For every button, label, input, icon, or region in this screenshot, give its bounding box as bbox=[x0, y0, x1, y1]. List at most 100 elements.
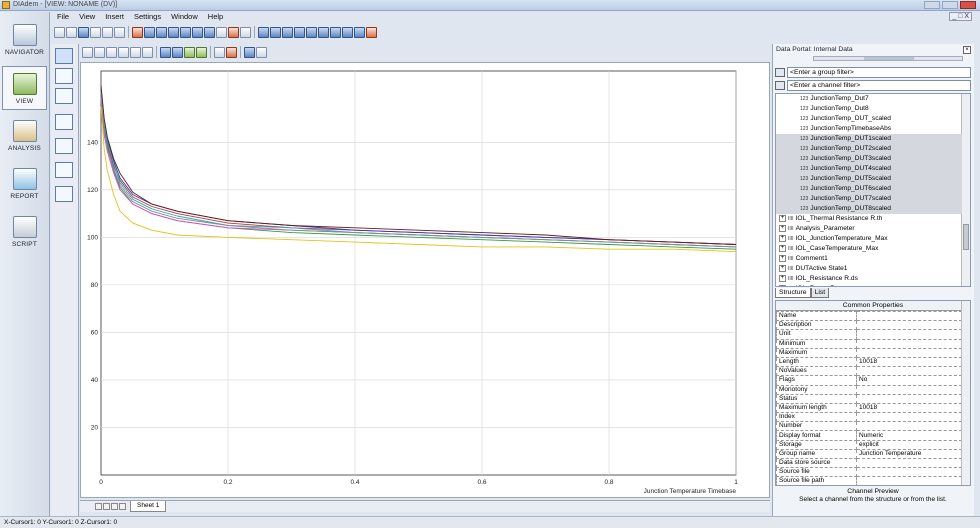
group-tree-item[interactable]: + IIII IOL_CaseTemperature_Max bbox=[776, 244, 962, 254]
channel-tree-item[interactable]: 123 JunctionTemp_DUT4scaled bbox=[776, 164, 962, 174]
property-value[interactable] bbox=[856, 384, 962, 395]
first-icon[interactable] bbox=[258, 26, 269, 38]
last-sheet-button[interactable] bbox=[119, 503, 126, 510]
nav-script-button[interactable]: SCRIPT bbox=[2, 210, 47, 254]
close-button[interactable] bbox=[960, 1, 976, 9]
scroll-thumb[interactable] bbox=[963, 224, 969, 250]
layout-split-icon[interactable] bbox=[55, 114, 73, 130]
axis-icon[interactable] bbox=[156, 26, 167, 38]
channel-tree-item[interactable]: 123 JunctionTemp_DUT3scaled bbox=[776, 154, 962, 164]
property-value[interactable] bbox=[856, 329, 962, 340]
open-file-icon[interactable] bbox=[66, 26, 77, 38]
property-value[interactable] bbox=[856, 412, 962, 423]
property-value[interactable] bbox=[856, 393, 962, 404]
channel-tree-item[interactable]: 123 JunctionTemp_DUT1scaled bbox=[776, 134, 962, 144]
group-filter-input[interactable] bbox=[787, 66, 971, 78]
property-row[interactable]: Minimum bbox=[776, 338, 962, 349]
copy-icon[interactable] bbox=[114, 26, 125, 38]
play-icon[interactable] bbox=[294, 26, 305, 38]
record-icon[interactable] bbox=[306, 26, 317, 38]
property-value[interactable] bbox=[856, 310, 962, 322]
measure-icon[interactable] bbox=[160, 46, 171, 58]
pan-icon[interactable] bbox=[118, 46, 129, 58]
zoom-out-icon[interactable] bbox=[130, 46, 141, 58]
settings-icon[interactable] bbox=[256, 46, 267, 58]
property-row[interactable]: Flags No bbox=[776, 375, 962, 386]
delete-flags-icon[interactable] bbox=[228, 26, 239, 38]
tab-structure[interactable]: Structure bbox=[775, 288, 811, 298]
property-row[interactable]: Maximum length 10018 bbox=[776, 402, 962, 414]
property-row[interactable]: Length 10018 bbox=[776, 356, 962, 368]
property-row[interactable]: NoValues bbox=[776, 366, 962, 377]
mdi-window-controls[interactable]: _ □ X bbox=[949, 12, 972, 21]
group-tree-item[interactable]: + IIII IOL_Thermal Resistance R.th bbox=[776, 214, 962, 224]
channel-filter-input[interactable] bbox=[787, 79, 971, 91]
channel-tree-item[interactable]: 123 JunctionTemp_Dut8 bbox=[776, 104, 962, 114]
property-value[interactable] bbox=[856, 366, 962, 377]
axis-scale-icon[interactable] bbox=[172, 46, 183, 58]
property-row[interactable]: Display format Numeric bbox=[776, 430, 962, 441]
layout-single-icon[interactable] bbox=[55, 48, 73, 64]
next-sheet-button[interactable] bbox=[111, 503, 118, 510]
stop-icon[interactable] bbox=[132, 26, 143, 38]
curve-up-icon[interactable] bbox=[184, 46, 195, 58]
minimize-button[interactable] bbox=[924, 1, 940, 9]
expand-icon[interactable]: + bbox=[779, 274, 786, 282]
cursor-tool-icon[interactable] bbox=[244, 46, 255, 58]
expand-icon[interactable]: + bbox=[779, 234, 786, 242]
first-sheet-button[interactable] bbox=[95, 503, 102, 510]
tab-list[interactable]: List bbox=[810, 288, 830, 298]
fast-forward-icon[interactable] bbox=[342, 26, 353, 38]
expand-icon[interactable]: + bbox=[779, 224, 786, 232]
expand-icon[interactable]: + bbox=[779, 284, 786, 286]
channel-tree-item[interactable]: 123 JunctionTemp_DUT2scaled bbox=[776, 144, 962, 154]
table-icon[interactable] bbox=[216, 26, 227, 38]
channel-tree-item[interactable]: 123 JunctionTemp_DUT8scaled bbox=[776, 204, 962, 214]
layout-rows-icon[interactable] bbox=[55, 162, 73, 178]
property-value[interactable] bbox=[856, 347, 962, 358]
curve-down-icon[interactable] bbox=[196, 46, 207, 58]
menu-window[interactable]: Window bbox=[166, 11, 203, 23]
channel-tree-item[interactable]: 123 JunctionTemp_DUT6scaled bbox=[776, 184, 962, 194]
tree-scrollbar[interactable] bbox=[961, 94, 970, 286]
last-icon[interactable] bbox=[354, 26, 365, 38]
nav-report-button[interactable]: REPORT bbox=[2, 162, 47, 206]
property-row[interactable]: Storage explicit bbox=[776, 439, 962, 450]
layout-columns-icon[interactable] bbox=[55, 138, 73, 154]
property-value[interactable]: Junction Temperature bbox=[856, 448, 962, 460]
property-row[interactable]: Name bbox=[776, 310, 962, 322]
property-value[interactable]: No bbox=[856, 375, 962, 386]
undo-zoom-icon[interactable] bbox=[214, 46, 225, 58]
portal-close-button[interactable]: × bbox=[963, 46, 971, 54]
structure-tree[interactable]: 123 JunctionTemp_Dut7 123 JunctionTemp_Dut8… bbox=[775, 93, 971, 287]
channel-tree-item[interactable]: 123 JunctionTempTimebaseAbs bbox=[776, 124, 962, 134]
portal-splitter[interactable] bbox=[813, 56, 963, 61]
property-row[interactable]: Maximum bbox=[776, 347, 962, 358]
page-setup-icon[interactable] bbox=[90, 26, 101, 38]
group-tree-item[interactable]: + IIII Analysis_Parameter bbox=[776, 224, 962, 234]
nav-analysis-button[interactable]: ANALYSIS bbox=[2, 114, 47, 158]
save-icon[interactable] bbox=[78, 26, 89, 38]
group-tree-item[interactable]: + IIII IOL_Resistance R.ds bbox=[776, 274, 962, 284]
expand-icon[interactable]: + bbox=[779, 264, 786, 272]
props-scrollbar[interactable] bbox=[961, 301, 970, 485]
property-value[interactable]: Numeric bbox=[856, 430, 962, 441]
channel-tree-item[interactable]: 123 JunctionTemp_DUT7scaled bbox=[776, 194, 962, 204]
new-file-icon[interactable] bbox=[54, 26, 65, 38]
layout-grid-icon[interactable] bbox=[55, 68, 73, 84]
property-row[interactable]: Unit bbox=[776, 329, 962, 340]
property-row[interactable]: Source file bbox=[776, 467, 962, 478]
property-row[interactable]: Description bbox=[776, 320, 962, 331]
expand-icon[interactable]: + bbox=[779, 214, 786, 222]
minus-icon[interactable] bbox=[106, 46, 117, 58]
print-icon[interactable] bbox=[102, 26, 113, 38]
zoom-in-icon[interactable] bbox=[142, 46, 153, 58]
step-forward-icon[interactable] bbox=[330, 26, 341, 38]
property-row[interactable]: Data store source bbox=[776, 457, 962, 469]
channel-tree-item[interactable]: 123 JunctionTemp_DUT_scaled bbox=[776, 114, 962, 124]
prev-sheet-button[interactable] bbox=[103, 503, 110, 510]
menu-help[interactable]: Help bbox=[203, 11, 228, 23]
cursor-icon[interactable] bbox=[180, 26, 191, 38]
nav-view-button[interactable]: VIEW bbox=[2, 66, 47, 110]
menu-file[interactable]: File bbox=[52, 11, 74, 23]
